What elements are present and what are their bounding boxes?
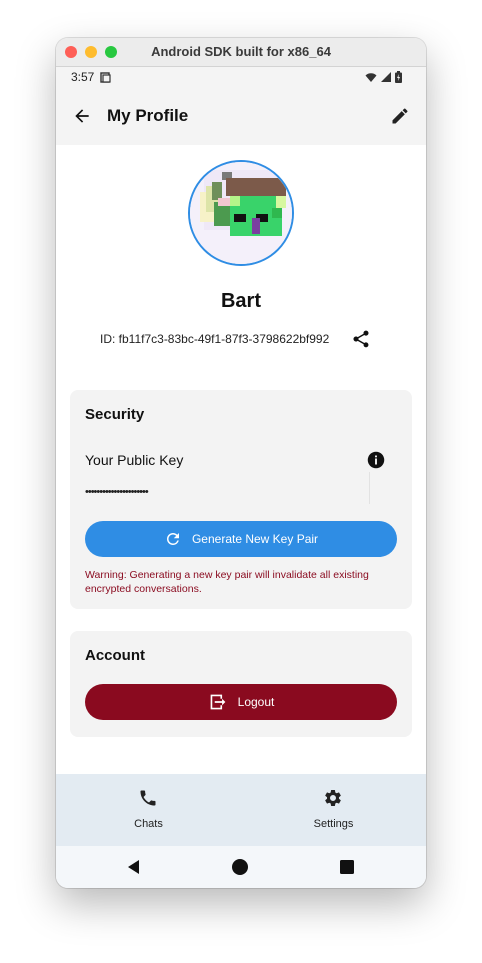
- logout-label: Logout: [237, 695, 275, 709]
- public-key-label: Your Public Key: [85, 452, 184, 468]
- nav-label-settings: Settings: [313, 818, 354, 830]
- wifi-icon: [365, 72, 377, 82]
- status-bar: 3:57: [56, 67, 426, 87]
- key-regeneration-warning: Warning: Generating a new key pair will …: [85, 569, 369, 595]
- security-title: Security: [85, 406, 145, 423]
- public-key-value[interactable]: ••••••••••••••••••••••: [85, 486, 149, 498]
- bottom-navigation: Chats Settings: [56, 774, 426, 846]
- nav-item-chats[interactable]: Chats: [56, 774, 241, 846]
- emulator-window: Android SDK built for x86_64 3:57 My Pro: [56, 38, 426, 888]
- nav-item-settings[interactable]: Settings: [241, 774, 426, 846]
- security-card: Security Your Public Key •••••••••••••••…: [70, 390, 412, 609]
- logout-button[interactable]: Logout: [85, 684, 397, 720]
- phone-icon: [140, 790, 156, 806]
- cell-signal-icon: [381, 71, 391, 82]
- gear-icon: [325, 790, 341, 806]
- generate-key-pair-label: Generate New Key Pair: [191, 532, 319, 546]
- share-icon[interactable]: [351, 329, 371, 349]
- window-title: Android SDK built for x86_64: [151, 44, 331, 59]
- profile-name: Bart: [220, 290, 261, 312]
- account-title: Account: [85, 647, 145, 664]
- window-titlebar: Android SDK built for x86_64: [56, 38, 426, 67]
- account-card: Account Logout: [70, 631, 412, 737]
- back-arrow-icon[interactable]: [72, 106, 92, 126]
- app-bar: My Profile: [56, 87, 426, 145]
- pixel-avatar-image: [190, 162, 292, 264]
- page-title: My Profile: [107, 106, 189, 125]
- avatar[interactable]: [188, 160, 294, 266]
- system-home-icon[interactable]: [232, 859, 248, 875]
- logout-icon: [210, 694, 226, 710]
- key-field-divider: [369, 472, 370, 504]
- battery-icon: [395, 71, 402, 83]
- system-navigation-bar: [56, 846, 426, 888]
- edit-pencil-icon[interactable]: [390, 106, 410, 126]
- system-back-icon[interactable]: [126, 859, 142, 875]
- refresh-icon: [166, 533, 179, 545]
- system-recents-icon[interactable]: [339, 859, 355, 875]
- screenshot-notification-icon: [100, 72, 111, 83]
- profile-id: ID: fb11f7c3-83bc-49f1-87f3-3798622bf992: [100, 332, 330, 346]
- status-time: 3:57: [71, 70, 95, 84]
- generate-key-pair-button[interactable]: Generate New Key Pair: [85, 521, 397, 557]
- nav-label-chats: Chats: [134, 818, 163, 830]
- info-icon[interactable]: [367, 451, 385, 469]
